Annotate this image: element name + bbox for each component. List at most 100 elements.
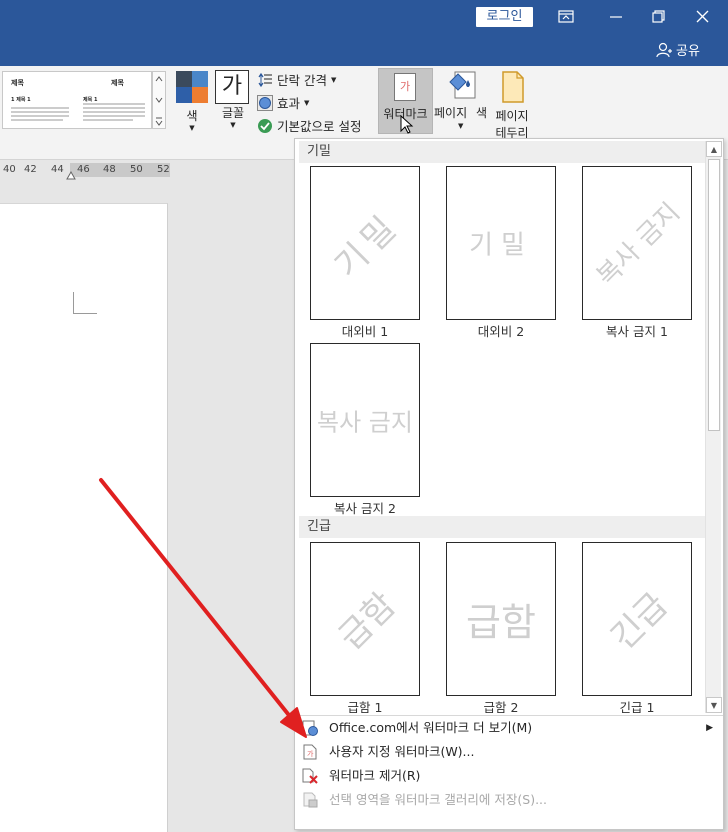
paint-bucket-icon	[449, 71, 476, 99]
checkmark-icon	[258, 118, 272, 133]
effects-label: 효과	[277, 96, 301, 111]
watermark-gallery-item[interactable]: 복사 금지 복사 금지 1	[582, 166, 692, 339]
custom-watermark-icon: 가	[302, 744, 318, 760]
watermark-preview-page: 기밀	[446, 166, 556, 320]
set-as-default-button[interactable]: 기본값으로 설정	[257, 116, 361, 135]
ruler-tick-label: 50	[130, 164, 143, 175]
gallery-section-header: 기밀	[299, 141, 705, 163]
page-color-label-2: 색	[476, 106, 488, 120]
watermark-menu: Office.com에서 워터마크 더 보기(M) ▶ 가 사용자 지정 워터마크(W…	[295, 715, 723, 812]
ribbon-display-icon	[558, 10, 574, 23]
ruler-tick-label: 42	[24, 164, 37, 175]
page-borders-icon	[502, 71, 524, 103]
effects-button[interactable]: 효과 ▼	[257, 93, 309, 112]
watermark-preview-text: 복사 금지	[591, 197, 687, 293]
colors-button[interactable]: 색 ▼	[174, 70, 210, 136]
title-bar: 로그인 공유	[0, 0, 728, 66]
watermark-preview-text: 기밀	[326, 204, 408, 286]
chevron-down-icon: ▼	[189, 124, 195, 132]
share-label: 공유	[676, 44, 700, 59]
share-button[interactable]: 공유	[656, 40, 700, 59]
minimize-icon	[610, 16, 622, 18]
watermark-preview-text: 급함	[466, 600, 536, 645]
fonts-icon: 가	[215, 70, 249, 104]
watermark-preview-page: 복사 금지	[310, 343, 420, 497]
preview-body-lines	[11, 103, 145, 121]
ribbon-display-options-button[interactable]	[548, 4, 584, 30]
gallery-section-header: 긴급	[299, 516, 705, 538]
paragraph-spacing-button[interactable]: 단락 간격 ▼	[257, 70, 336, 89]
watermark-item-label: 대외비 1	[341, 324, 389, 339]
watermark-item-label: 긴급 1	[619, 700, 655, 713]
ruler-tick-label: 48	[103, 164, 116, 175]
indent-marker-icon[interactable]	[66, 170, 76, 180]
restore-button[interactable]	[640, 4, 676, 30]
remove-watermark-item[interactable]: 워터마크 제거(R)	[295, 764, 723, 788]
watermark-gallery-item[interactable]: 기밀대외비 2	[446, 166, 556, 339]
gallery-vertical-scrollbar[interactable]: ▲ ▼	[705, 141, 722, 713]
svg-text:가: 가	[307, 749, 314, 758]
watermark-gallery-item[interactable]: 급함급함 1	[310, 542, 420, 713]
remove-watermark-icon	[302, 768, 318, 784]
login-button[interactable]: 로그인	[476, 7, 533, 27]
watermark-item-label: 대외비 2	[477, 324, 525, 339]
watermark-preview-page: 긴급	[582, 542, 692, 696]
page-margin-corner-mark	[73, 292, 97, 314]
save-selection-to-gallery-item: 선택 영역을 워터마크 갤러리에 저장(S)...	[295, 788, 723, 812]
watermark-gallery: 기밀 기밀 대외비 1 기밀 대외비 2 복사 금지 복사 금지 1 복사 금지 복사 금지 2…	[295, 139, 705, 713]
document-format-gallery-item[interactable]: 제목 제목 1 제목 1 제목 1	[2, 71, 152, 129]
page-color-label-1: 페이지	[434, 106, 468, 120]
minimize-button[interactable]	[598, 4, 634, 30]
save-to-gallery-icon	[302, 792, 318, 808]
ruler-tick-label: 46	[77, 164, 90, 175]
colors-label: 색	[186, 109, 198, 123]
page-borders-button[interactable]: 페이지 테두리	[490, 70, 534, 140]
watermark-preview-page: 급함	[446, 542, 556, 696]
horizontal-ruler[interactable]: 40 42 44 46 48 50 52	[0, 160, 300, 180]
set-as-default-label: 기본값으로 설정	[277, 119, 362, 134]
watermark-gallery-item[interactable]: 급함급함 2	[446, 542, 556, 713]
page-borders-label-1: 페이지	[495, 109, 529, 123]
gallery-scrollbar[interactable]	[152, 71, 166, 129]
menu-item-label: 사용자 지정 워터마크(W)...	[329, 744, 475, 759]
globe-icon	[302, 720, 318, 736]
watermark-icon-char: 가	[399, 80, 411, 93]
watermark-item-label: 급함 2	[483, 700, 519, 713]
watermark-gallery-item[interactable]: 복사 금지복사 금지 2	[310, 343, 420, 516]
scroll-down-button[interactable]: ▼	[706, 697, 722, 713]
watermark-preview-page: 기밀	[310, 166, 420, 320]
watermark-item-label: 급함 1	[347, 700, 383, 713]
watermark-preview-text: 급함	[331, 585, 404, 658]
chevron-down-icon: ▼	[458, 122, 464, 130]
person-icon	[656, 42, 672, 57]
scrollbar-thumb[interactable]	[708, 159, 720, 431]
restore-icon	[652, 10, 665, 23]
watermark-preview-text: 기밀	[469, 230, 533, 261]
watermark-preview-page: 복사 금지	[582, 166, 692, 320]
watermark-preview-text: 복사 금지	[317, 408, 413, 437]
fonts-label: 글꼴	[221, 106, 245, 120]
watermark-gallery-dropdown: 기밀 기밀 대외비 1 기밀 대외비 2 복사 금지 복사 금지 1 복사 금지 복사 금지 2…	[294, 138, 724, 830]
chevron-down-icon: ▼	[304, 98, 310, 107]
watermark-icon: 가	[394, 73, 416, 101]
chevron-down-icon: ▼	[230, 121, 236, 129]
fonts-button[interactable]: 가 글꼴 ▼	[215, 70, 251, 136]
watermark-preview-page: 급함	[310, 542, 420, 696]
submenu-arrow-icon: ▶	[706, 723, 713, 733]
watermark-button[interactable]: 가 워터마크	[378, 68, 433, 134]
watermark-item-label: 복사 금지 2	[334, 501, 396, 516]
watermark-preview-text: 긴급	[603, 585, 676, 658]
close-icon	[696, 10, 709, 23]
ruler-tick-label: 52	[157, 164, 170, 175]
page-color-button[interactable]: 페이지 색 ▼	[434, 70, 488, 136]
ruler-tick-label: 44	[51, 164, 64, 175]
more-watermarks-online-item[interactable]: Office.com에서 워터마크 더 보기(M) ▶	[295, 716, 723, 740]
menu-item-label: 선택 영역을 워터마크 갤러리에 저장(S)...	[329, 792, 548, 807]
custom-watermark-item[interactable]: 가 사용자 지정 워터마크(W)...	[295, 740, 723, 764]
watermark-gallery-item[interactable]: 기밀대외비 1	[310, 166, 420, 339]
watermark-gallery-item[interactable]: 긴급긴급 1	[582, 542, 692, 713]
effects-icon	[257, 94, 273, 111]
scroll-up-button[interactable]: ▲	[706, 141, 722, 157]
menu-item-label: 워터마크 제거(R)	[329, 768, 421, 783]
close-button[interactable]	[684, 4, 720, 30]
